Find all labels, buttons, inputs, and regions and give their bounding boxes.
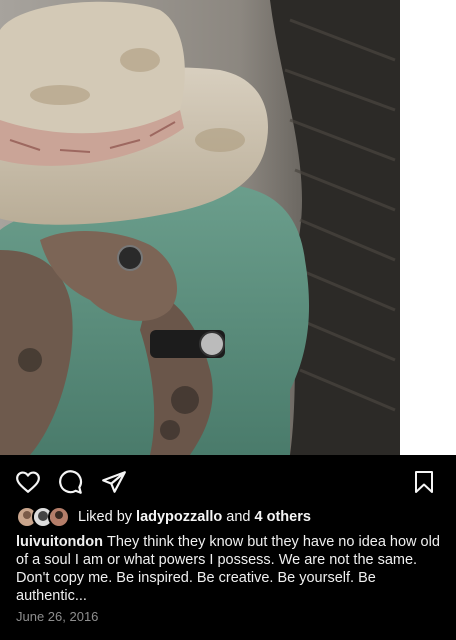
likes-summary[interactable]: Liked by ladypozzallo and 4 others	[16, 506, 311, 528]
share-button[interactable]	[98, 466, 130, 498]
avatar	[48, 506, 70, 528]
photo-side-panel	[400, 0, 456, 455]
post-action-bar	[0, 462, 456, 502]
comment-button[interactable]	[54, 466, 86, 498]
liked-by-user-link[interactable]: ladypozzallo	[136, 509, 222, 525]
heart-icon	[16, 471, 40, 493]
like-button[interactable]	[12, 466, 44, 498]
liked-by-others-link[interactable]: 4 others	[255, 509, 311, 525]
caption-username[interactable]: luivuitondon	[16, 534, 103, 550]
bookmark-icon	[415, 471, 433, 493]
liked-by-prefix: Liked by	[78, 509, 133, 525]
comment-icon	[59, 470, 83, 494]
liker-avatars[interactable]	[16, 506, 70, 528]
save-button[interactable]	[408, 466, 440, 498]
post-photo[interactable]	[0, 0, 400, 455]
post-photo-illustration	[0, 0, 400, 455]
send-icon	[102, 471, 126, 493]
post-date: June 26, 2016	[16, 609, 99, 624]
liked-by-and: and	[226, 509, 251, 525]
post-caption: luivuitondon They think they know but the…	[16, 533, 440, 605]
likes-text: Liked by ladypozzallo and 4 others	[78, 509, 311, 525]
